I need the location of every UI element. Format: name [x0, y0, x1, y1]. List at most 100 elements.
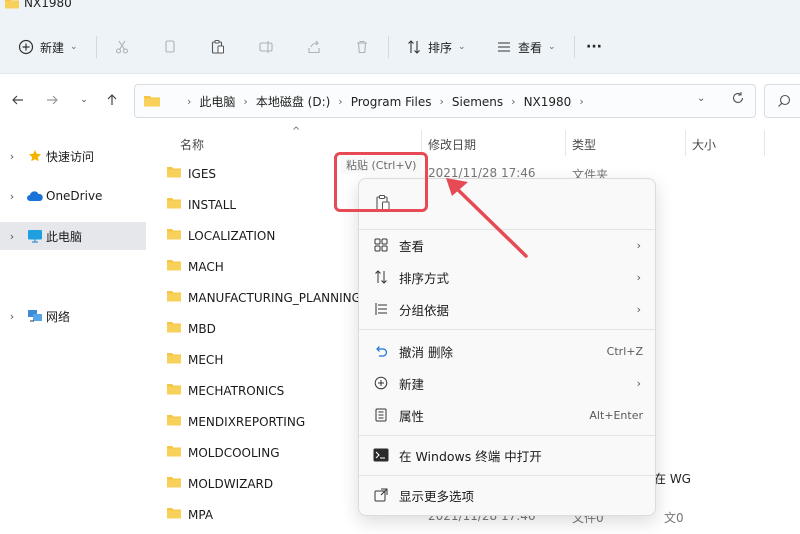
chevron-right-icon[interactable]: › [0, 150, 24, 163]
arrow-right-icon [47, 95, 58, 105]
arrow-left-icon [12, 95, 23, 105]
folder-icon [166, 444, 186, 461]
file-name: MOLDCOOLING [188, 445, 280, 460]
chevron-right-icon[interactable]: › [0, 310, 24, 323]
folder-icon [166, 506, 186, 523]
column-divider [685, 130, 686, 156]
view-button[interactable]: 查看 ⌄ [494, 36, 556, 58]
delete-button[interactable] [352, 36, 372, 58]
sidebar-item-label: 此电脑 [46, 229, 83, 244]
menu-item-label: 排序方式 [399, 270, 450, 286]
breadcrumb-nx1980[interactable]: NX1980 [520, 95, 576, 109]
scissors-icon [112, 37, 132, 57]
list-item[interactable]: MPA [166, 499, 213, 530]
shortcut-label: Ctrl+Z [606, 344, 643, 358]
folder-icon [166, 320, 186, 337]
copy-button[interactable] [160, 36, 180, 58]
list-item[interactable]: MOLDWIZARD [166, 468, 273, 499]
cloud-icon [24, 190, 46, 202]
up-button[interactable] [102, 90, 122, 110]
menu-item-new[interactable]: 新建 › [363, 369, 653, 397]
list-item[interactable]: MACH [166, 251, 224, 282]
share-button[interactable] [304, 36, 324, 58]
column-divider [565, 130, 566, 156]
chevron-right-icon[interactable]: › [0, 190, 24, 203]
file-name: LOCALIZATION [188, 228, 276, 243]
list-item[interactable]: LOCALIZATION [166, 220, 275, 251]
file-name: MACH [188, 259, 224, 274]
external-icon [363, 488, 399, 502]
address-bar[interactable]: › 此电脑 › 本地磁盘 (D:) › Program Files › Siem… [134, 84, 756, 118]
cut-button[interactable] [112, 36, 132, 58]
trash-icon [352, 37, 372, 57]
recent-locations-button[interactable]: ⌄ [74, 90, 94, 110]
breadcrumb-this-pc[interactable]: 此电脑 [195, 93, 239, 110]
menu-item-label: 在 Windows 终端 中打开 [399, 448, 542, 464]
menu-item-open-terminal[interactable]: 在 Windows 终端 中打开 [363, 441, 653, 469]
new-button[interactable]: 新建 ⌄ [16, 36, 78, 58]
menu-item-properties[interactable]: 属性 Alt+Enter [363, 401, 653, 429]
column-header-date[interactable]: 修改日期 [428, 136, 476, 153]
menu-item-label: 属性 [399, 408, 425, 424]
file-name: MECHATRONICS [188, 383, 285, 398]
clipboard-icon [208, 37, 228, 57]
chevron-down-icon: ⌄ [70, 42, 78, 52]
folder-icon [143, 93, 161, 111]
list-item[interactable]: IGES [166, 158, 216, 189]
command-bar: 新建 ⌄ 排序 ⌄ 查看 ⌄ ··· [0, 18, 800, 74]
list-item[interactable]: MECH [166, 344, 223, 375]
toolbar-divider [388, 36, 389, 58]
menu-item-label: 新建 [399, 376, 425, 392]
menu-item-group-by[interactable]: 分组依据 › [363, 295, 653, 323]
folder-icon [166, 196, 186, 213]
shortcut-label: Alt+Enter [589, 408, 643, 422]
sort-icon [363, 270, 399, 284]
column-header-size[interactable]: 大小 [692, 136, 716, 153]
undo-icon [363, 344, 399, 358]
folder-icon [166, 413, 186, 430]
properties-icon [363, 408, 399, 422]
sidebar-item-this-pc[interactable]: › 此电脑 [0, 222, 146, 250]
annotation-arrow-icon [446, 178, 528, 258]
list-item[interactable]: MBD [166, 313, 216, 344]
file-name: MENDIXREPORTING [188, 414, 306, 429]
list-item[interactable]: MENDIXREPORTING [166, 406, 305, 437]
forward-button[interactable] [42, 90, 62, 110]
plus-circle-icon [363, 376, 399, 390]
search-box[interactable] [764, 84, 800, 118]
column-header-type[interactable]: 类型 [572, 136, 596, 153]
back-button[interactable] [8, 90, 28, 110]
view-label: 查看 [518, 40, 543, 55]
column-header-name[interactable]: 名称 [180, 136, 204, 153]
address-dropdown-icon[interactable]: ⌄ [697, 93, 705, 104]
menu-item-undo-delete[interactable]: 撤消 删除 Ctrl+Z [363, 337, 653, 365]
chevron-right-icon[interactable]: › [0, 230, 24, 243]
folder-icon [166, 258, 186, 275]
menu-item-show-more[interactable]: 显示更多选项 [363, 481, 653, 509]
list-item[interactable]: MOLDCOOLING [166, 437, 280, 468]
sort-button[interactable]: 排序 ⌄ [404, 36, 466, 58]
menu-divider [359, 435, 655, 436]
menu-divider [359, 329, 655, 330]
sidebar-item-onedrive[interactable]: › OneDrive [0, 182, 146, 210]
breadcrumb-local-disk[interactable]: 本地磁盘 (D:) [252, 93, 334, 110]
sidebar-item-network[interactable]: › 网络 [0, 302, 146, 330]
breadcrumb-siemens[interactable]: Siemens [448, 95, 507, 109]
menu-item-label: 撤消 删除 [399, 344, 453, 360]
ghost-label: 在 WG [654, 472, 691, 486]
rename-button[interactable] [256, 36, 276, 58]
list-item[interactable]: MANUFACTURING_PLANNING [166, 282, 361, 313]
more-button[interactable]: ··· [586, 36, 602, 58]
chevron-right-icon: › [243, 95, 248, 108]
list-item[interactable]: INSTALL [166, 189, 236, 220]
breadcrumb-program-files[interactable]: Program Files [347, 95, 436, 109]
paste-button[interactable] [208, 36, 228, 58]
chevron-right-icon: › [338, 95, 343, 108]
refresh-icon[interactable] [731, 91, 745, 108]
sort-label: 排序 [428, 40, 453, 55]
folder-icon [4, 0, 20, 13]
file-name: MOLDWIZARD [188, 476, 274, 491]
file-name: MECH [188, 352, 224, 367]
sidebar-item-quick-access[interactable]: › 快速访问 [0, 142, 146, 170]
list-item[interactable]: MECHATRONICS [166, 375, 284, 406]
